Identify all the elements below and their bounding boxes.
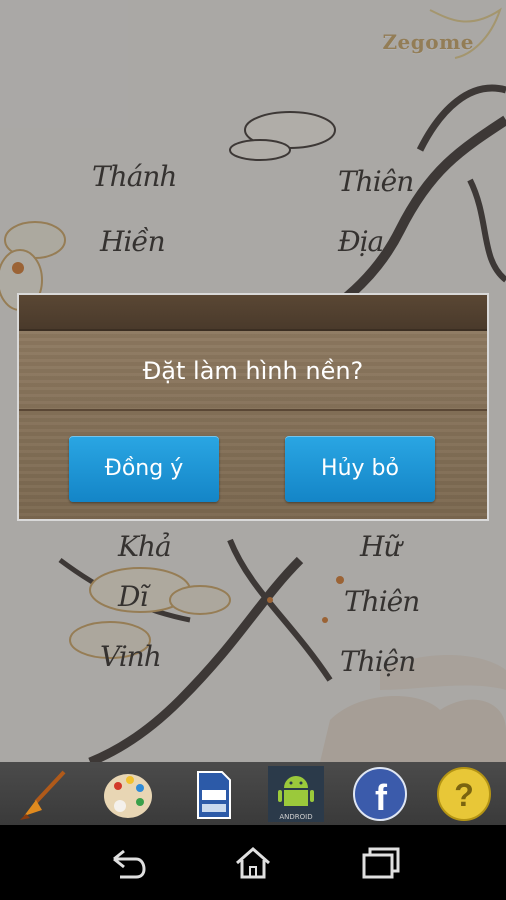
facebook-label: f (375, 777, 388, 818)
help-label: ? (454, 777, 474, 813)
back-button[interactable] (106, 843, 150, 883)
facebook-button[interactable]: f (352, 766, 408, 822)
confirm-button[interactable]: Đồng ý (69, 436, 219, 502)
home-icon (236, 847, 270, 879)
android-button[interactable]: ANDROID (268, 766, 324, 822)
back-icon (113, 849, 146, 879)
cancel-button[interactable]: Hủy bỏ (285, 436, 435, 502)
home-button[interactable] (231, 843, 275, 883)
navigation-bar (0, 825, 506, 900)
brush-button[interactable] (14, 766, 70, 822)
sd-card-button[interactable] (184, 766, 240, 822)
bottom-toolbar: ANDROID f ? (0, 762, 506, 825)
palette-icon (104, 774, 152, 818)
dialog-body: Đặt làm hình nền? Đồng ý Hủy bỏ (19, 331, 487, 519)
dialog-header-wood (19, 295, 487, 331)
recent-apps-icon (362, 847, 400, 879)
help-button[interactable]: ? (436, 766, 492, 822)
android-icon: ANDROID (268, 766, 324, 822)
dialog-divider (19, 409, 487, 411)
palette-button[interactable] (100, 766, 156, 822)
facebook-icon: f (353, 767, 407, 821)
screen: Zegome Thánh Hiền Khả Dĩ Vinh Thiên Địa … (0, 0, 506, 900)
dialog-message: Đặt làm hình nền? (142, 357, 364, 385)
help-icon: ? (437, 767, 491, 821)
android-label: ANDROID (279, 813, 312, 821)
brush-icon (20, 770, 66, 820)
set-wallpaper-dialog: Đặt làm hình nền? Đồng ý Hủy bỏ (17, 293, 489, 521)
sd-card-icon (197, 771, 231, 819)
recent-apps-button[interactable] (358, 843, 402, 883)
